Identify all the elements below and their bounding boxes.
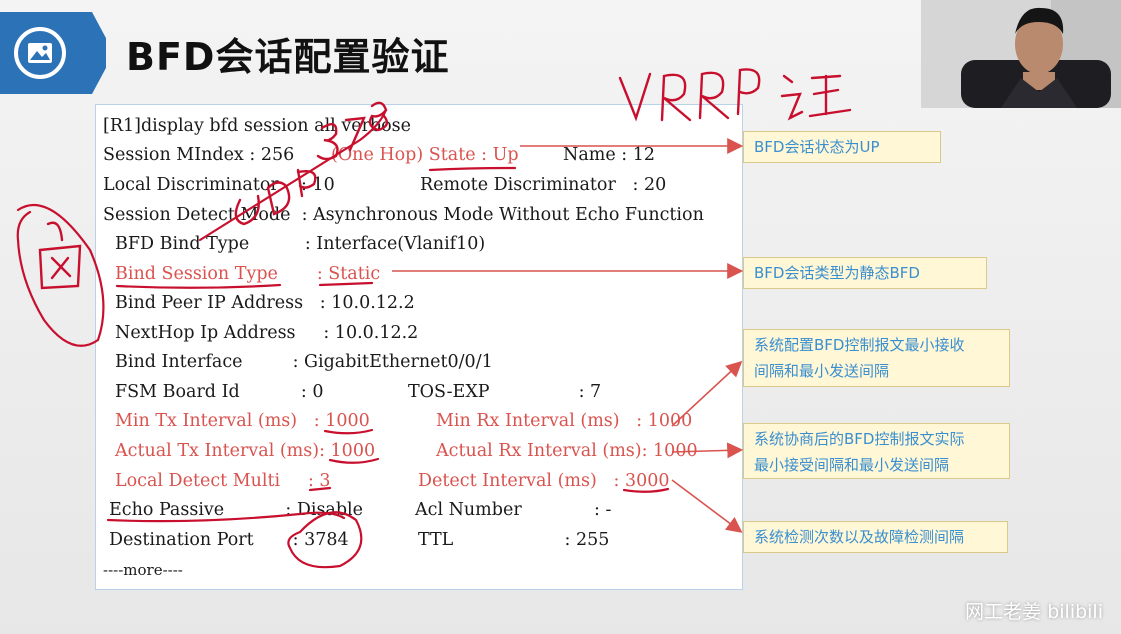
terminal-line-fsm-board: FSM Board Id : 0 xyxy=(115,382,324,402)
terminal-line-actual-tx: Actual Tx Interval (ms): 1000 xyxy=(115,441,376,461)
terminal-line-mindex: Session MIndex : 256 xyxy=(103,145,295,165)
terminal-line-more: ----more---- xyxy=(103,561,183,579)
callout-actual-interval: 系统协商后的BFD控制报文实际 最小接受间隔和最小发送间隔 xyxy=(743,423,1010,479)
handwriting-left-glyph xyxy=(38,221,82,290)
image-icon xyxy=(28,43,52,63)
callout-config-interval-line2: 间隔和最小发送间隔 xyxy=(754,362,890,380)
terminal-line-ttl: TTL : 255 xyxy=(418,530,610,550)
terminal-line-min-rx: Min Rx Interval (ms) : 1000 xyxy=(436,411,693,431)
terminal-line-peer-ip: Bind Peer IP Address : 10.0.12.2 xyxy=(115,293,415,313)
terminal-line-nexthop: NextHop Ip Address : 10.0.12.2 xyxy=(115,323,419,343)
callout-actual-interval-line2: 最小接受间隔和最小发送间隔 xyxy=(754,456,950,474)
watermark: 网工老姜 bilibili xyxy=(965,601,1103,623)
terminal-line-actual-rx: Actual Rx Interval (ms): 1000 xyxy=(436,441,698,461)
callout-config-interval-line1: 系统配置BFD控制报文最小接收 xyxy=(754,336,965,354)
circle-bfd-section xyxy=(16,203,105,347)
callout-state-up: BFD会话状态为UP xyxy=(743,131,941,163)
terminal-line-remote-disc: Remote Discriminator : 20 xyxy=(420,175,667,195)
presenter-webcam xyxy=(921,0,1121,108)
terminal-line-tos-exp: TOS-EXP : 7 xyxy=(408,382,602,402)
terminal-line-detect-mode: Session Detect Mode : Asynchronous Mode … xyxy=(103,205,704,225)
terminal-line-acl-number: Acl Number : - xyxy=(415,500,612,520)
terminal-line-session-type: Bind Session Type : Static xyxy=(115,264,381,284)
terminal-line-state: (One Hop) State : Up xyxy=(331,145,519,165)
callout-config-interval: 系统配置BFD控制报文最小接收 间隔和最小发送间隔 xyxy=(743,329,1010,387)
terminal-line-bind-type: BFD Bind Type : Interface(Vlanif10) xyxy=(115,234,486,254)
callout-static-type: BFD会话类型为静态BFD xyxy=(743,257,987,289)
slide-icon-badge xyxy=(0,12,114,94)
terminal-line-detect-multi: Local Detect Multi : 3 xyxy=(115,471,331,491)
terminal-line-dest-port: Destination Port : 3784 xyxy=(109,530,349,550)
terminal-line-echo-passive: Echo Passive : Disable xyxy=(109,500,364,520)
terminal-line-min-tx: Min Tx Interval (ms) : 1000 xyxy=(115,411,370,431)
terminal-line-bind-interface: Bind Interface : GigabitEthernet0/0/1 xyxy=(115,352,493,372)
terminal-line-command: [R1]display bfd session all verbose xyxy=(103,116,412,136)
callout-actual-interval-line1: 系统协商后的BFD控制报文实际 xyxy=(754,430,965,448)
callout-detect: 系统检测次数以及故障检测间隔 xyxy=(743,521,1008,553)
terminal-line-name: Name : 12 xyxy=(563,145,655,165)
slide-title: BFD会话配置验证 xyxy=(126,35,450,79)
terminal-line-detect-interval: Detect Interval (ms) : 3000 xyxy=(418,471,670,491)
terminal-line-local-disc: Local Discriminator : 10 xyxy=(103,175,335,195)
